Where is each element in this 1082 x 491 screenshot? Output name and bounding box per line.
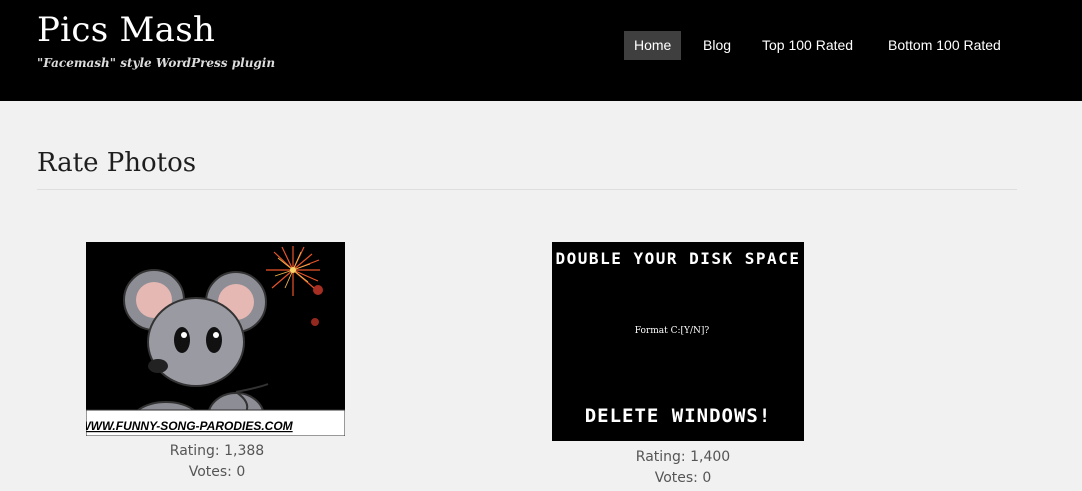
photo-2-footer: DELETE WINDOWS!	[585, 405, 772, 427]
nav-item-bottom-100-rated[interactable]: Bottom 100 Rated	[888, 31, 1001, 60]
title-divider	[37, 189, 1017, 190]
site-title[interactable]: Pics Mash	[37, 10, 215, 50]
photo-1-mouse[interactable]: WWW.FUNNY-SONG-PARODIES.COM	[86, 242, 345, 436]
site-header: Pics Mash "Facemash" style WordPress plu…	[0, 0, 1082, 101]
photo-2-disk-space[interactable]: DOUBLE YOUR DISK SPACE Format C:[Y/N]? D…	[552, 242, 804, 441]
photo-1-votes: Votes: 0	[188, 464, 246, 480]
photo-2-votes: Votes: 0	[654, 470, 712, 486]
nav-item-home[interactable]: Home	[624, 31, 682, 60]
photo-2-rating: Rating: 1,400	[635, 449, 731, 465]
photo-1-banner-text: WWW.FUNNY-SONG-PARODIES.COM	[86, 419, 294, 433]
nav-item-blog[interactable]: Blog	[703, 31, 731, 60]
site-tagline: "Facemash" style WordPress plugin	[37, 56, 276, 70]
page-title: Rate Photos	[37, 148, 197, 178]
photo-2-prompt: Format C:[Y/N]?	[635, 326, 710, 336]
nav-item-top-100-rated[interactable]: Top 100 Rated	[762, 31, 853, 60]
photo-2-headline: DOUBLE YOUR DISK SPACE	[556, 249, 801, 268]
photo-1-rating: Rating: 1,388	[169, 443, 265, 459]
